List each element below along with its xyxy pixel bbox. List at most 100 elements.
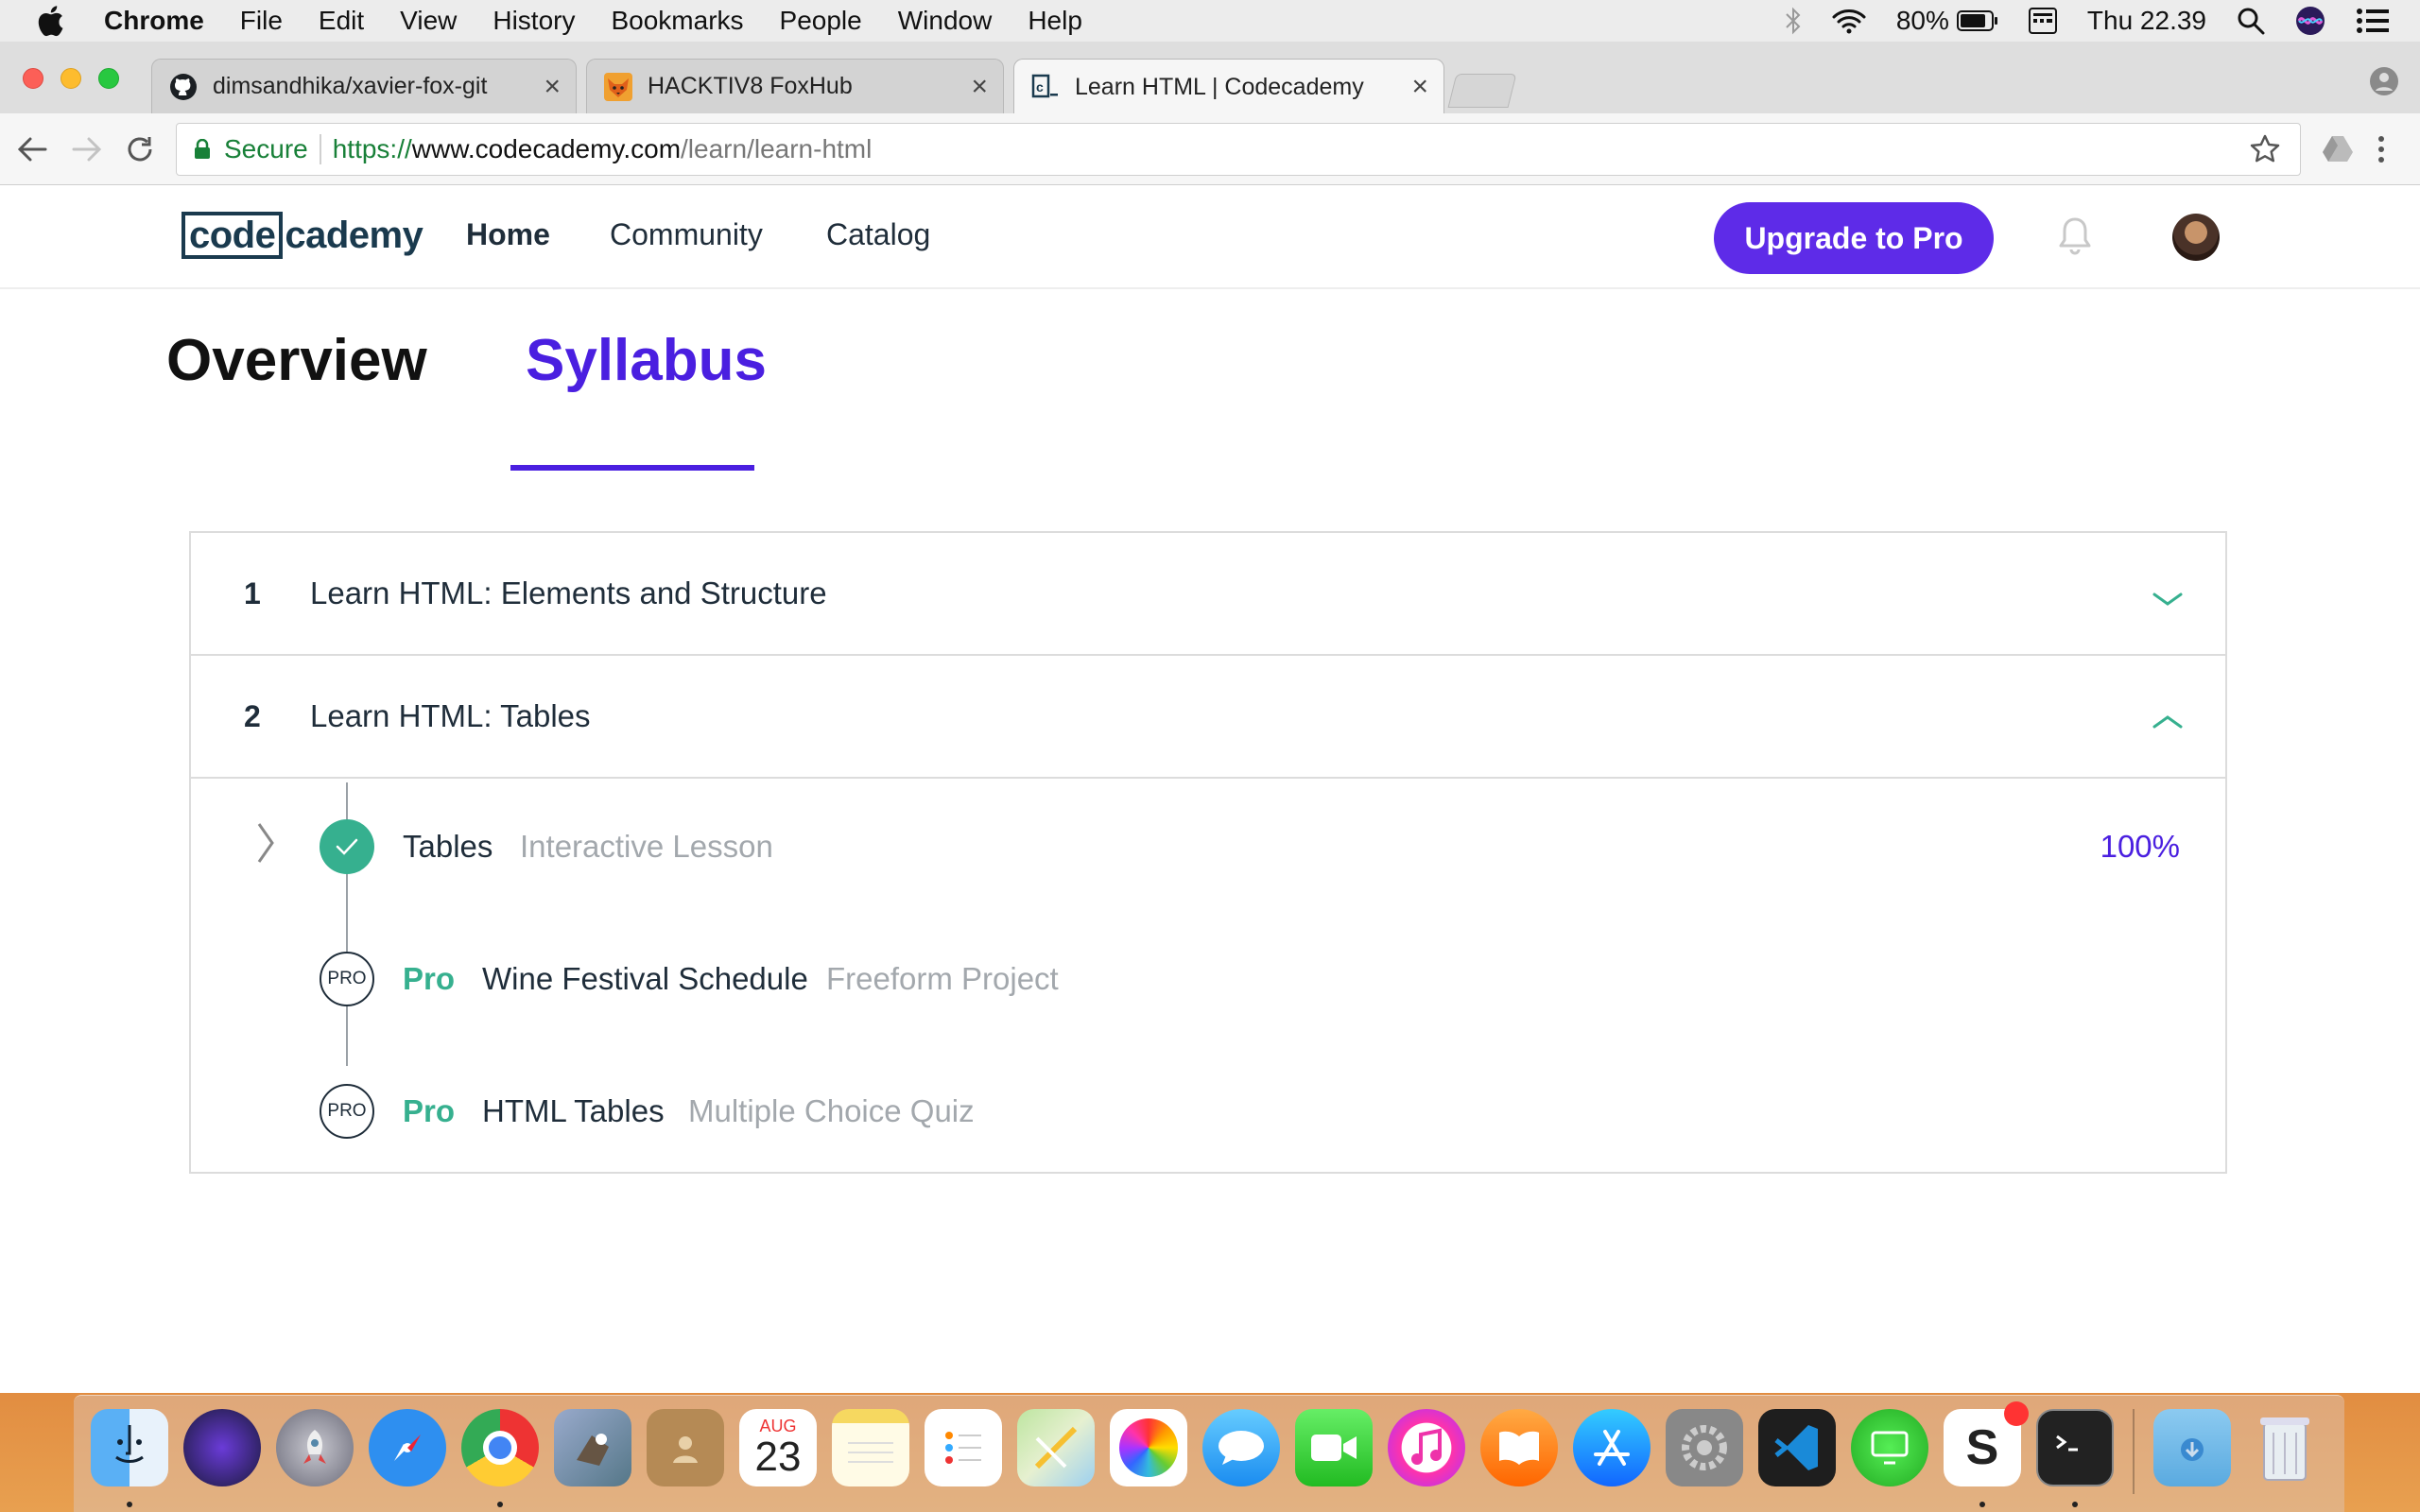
sublime-icon[interactable]: S	[1944, 1401, 2029, 1486]
siri-icon[interactable]	[2295, 6, 2325, 36]
apple-menu-icon[interactable]	[36, 4, 70, 38]
ibooks-icon[interactable]	[1480, 1409, 1558, 1486]
address-bar[interactable]: Secure https://www.codecademy.com/learn/…	[176, 123, 2301, 176]
vscode-icon[interactable]	[1758, 1409, 1836, 1486]
reminders-icon[interactable]	[925, 1409, 1002, 1486]
calendar-icon[interactable]: AUG 23	[739, 1409, 817, 1486]
bookmark-star-icon[interactable]	[2249, 133, 2281, 172]
unit-row[interactable]: 1 Learn HTML: Elements and Structure	[191, 533, 2225, 656]
menu-help[interactable]: Help	[1028, 6, 1082, 36]
chevron-down-icon[interactable]	[2152, 580, 2184, 616]
menu-bookmarks[interactable]: Bookmarks	[611, 6, 743, 36]
trash-icon[interactable]	[2246, 1409, 2324, 1486]
browser-tab-github[interactable]: dimsandhika/xavier-fox-git ×	[151, 59, 577, 113]
nav-home[interactable]: Home	[466, 217, 550, 252]
lesson-type: Multiple Choice Quiz	[688, 1093, 975, 1128]
browser-tab-codecademy[interactable]: c Learn HTML | Codecademy ×	[1013, 59, 1444, 114]
safari-icon[interactable]	[369, 1409, 446, 1486]
unit-row[interactable]: 2 Learn HTML: Tables	[191, 656, 2225, 779]
secure-label[interactable]: Secure	[224, 134, 308, 164]
browser-tab-title: HACKTIV8 FoxHub	[648, 73, 853, 99]
lesson-title[interactable]: Tables	[403, 829, 493, 865]
running-indicator	[1979, 1502, 1985, 1507]
unit-number: 2	[244, 698, 261, 733]
lesson-title[interactable]: HTML Tables	[482, 1093, 665, 1129]
running-indicator	[497, 1502, 503, 1507]
lock-icon[interactable]	[194, 139, 211, 160]
chrome-icon[interactable]	[461, 1409, 539, 1486]
tab-syllabus[interactable]: Syllabus	[526, 327, 767, 394]
siri-icon[interactable]	[183, 1409, 261, 1486]
photos-icon[interactable]	[1110, 1409, 1187, 1486]
url-host: www.codecademy.com	[411, 134, 682, 163]
chevron-right-icon[interactable]	[255, 820, 276, 873]
contacts-icon[interactable]	[647, 1409, 724, 1486]
nav-catalog[interactable]: Catalog	[826, 217, 930, 252]
running-indicator	[127, 1502, 132, 1507]
url-scheme: https://	[332, 134, 412, 163]
profile-icon[interactable]	[2369, 66, 2399, 101]
back-icon[interactable]	[13, 130, 51, 168]
screen-sharing-icon[interactable]	[1851, 1409, 1928, 1486]
menu-people[interactable]: People	[780, 6, 862, 36]
menubar-clock[interactable]: Thu 22.39	[2087, 6, 2206, 36]
logo-text: cademy	[285, 214, 424, 256]
maximize-window-button[interactable]	[98, 68, 119, 89]
notes-icon[interactable]	[832, 1409, 909, 1486]
close-tab-icon[interactable]: ×	[971, 71, 988, 103]
chrome-menu-icon[interactable]	[2377, 134, 2386, 169]
browser-window: dimsandhika/xavier-fox-git × HACKTIV8 Fo…	[0, 42, 2420, 1393]
appstore-icon[interactable]	[1573, 1409, 1651, 1486]
notifications-bell-icon[interactable]	[2057, 215, 2093, 262]
facetime-icon[interactable]	[1295, 1409, 1373, 1486]
upgrade-to-pro-button[interactable]: Upgrade to Pro	[1714, 202, 1994, 274]
menu-file[interactable]: File	[240, 6, 283, 36]
itunes-icon[interactable]	[1388, 1409, 1465, 1486]
menu-app-name[interactable]: Chrome	[104, 6, 204, 36]
battery-icon[interactable]	[1956, 9, 1998, 32]
menu-history[interactable]: History	[493, 6, 575, 36]
tab-overview[interactable]: Overview	[166, 327, 427, 394]
mail-icon[interactable]	[554, 1409, 631, 1486]
downloads-icon[interactable]	[2153, 1409, 2231, 1486]
browser-tab-foxhub[interactable]: HACKTIV8 FoxHub ×	[586, 59, 1004, 113]
google-drive-extension-icon[interactable]	[2322, 134, 2354, 167]
forward-icon[interactable]	[68, 130, 106, 168]
menu-view[interactable]: View	[400, 6, 457, 36]
completed-check-icon	[320, 819, 374, 874]
lesson-row[interactable]: PRO Pro Wine Festival Schedule Freeform …	[191, 932, 2225, 1026]
new-tab-button[interactable]	[1447, 74, 1517, 108]
nav-community[interactable]: Community	[610, 217, 763, 252]
user-avatar[interactable]	[2172, 214, 2220, 261]
url-text[interactable]: https://www.codecademy.com/learn/learn-h…	[333, 134, 873, 164]
keyboard-viewer-icon[interactable]	[2028, 8, 2057, 34]
bluetooth-icon[interactable]	[1785, 7, 1802, 35]
maps-icon[interactable]	[1017, 1409, 1095, 1486]
chevron-up-icon[interactable]	[2152, 703, 2184, 739]
finder-icon[interactable]	[91, 1409, 168, 1486]
system-preferences-icon[interactable]	[1666, 1409, 1743, 1486]
menu-edit[interactable]: Edit	[319, 6, 364, 36]
reload-icon[interactable]	[121, 130, 159, 168]
unit-title: Learn HTML: Tables	[310, 698, 591, 733]
fox-icon	[604, 72, 632, 101]
minimize-window-button[interactable]	[60, 68, 81, 89]
codecademy-logo[interactable]: code cademy	[182, 212, 424, 259]
battery-percent: 80%	[1895, 6, 1949, 35]
close-window-button[interactable]	[23, 68, 43, 89]
wifi-icon[interactable]	[1832, 8, 1866, 34]
lesson-row[interactable]: PRO Pro HTML Tables Multiple Choice Quiz	[191, 1064, 2225, 1159]
launchpad-icon[interactable]	[276, 1409, 354, 1486]
spotlight-search-icon[interactable]	[2237, 7, 2265, 35]
close-tab-icon[interactable]: ×	[1411, 71, 1428, 103]
dock-separator	[2133, 1409, 2135, 1494]
photos-flower	[1119, 1418, 1178, 1477]
close-tab-icon[interactable]: ×	[544, 71, 561, 103]
notification-center-icon[interactable]	[2356, 8, 2390, 34]
terminal-icon[interactable]	[2036, 1409, 2114, 1486]
pro-badge-icon: PRO	[320, 1084, 374, 1139]
messages-icon[interactable]	[1202, 1409, 1280, 1486]
menu-window[interactable]: Window	[898, 6, 993, 36]
lesson-row[interactable]: Tables Interactive Lesson 100%	[191, 799, 2225, 894]
lesson-title[interactable]: Wine Festival Schedule	[482, 961, 808, 997]
